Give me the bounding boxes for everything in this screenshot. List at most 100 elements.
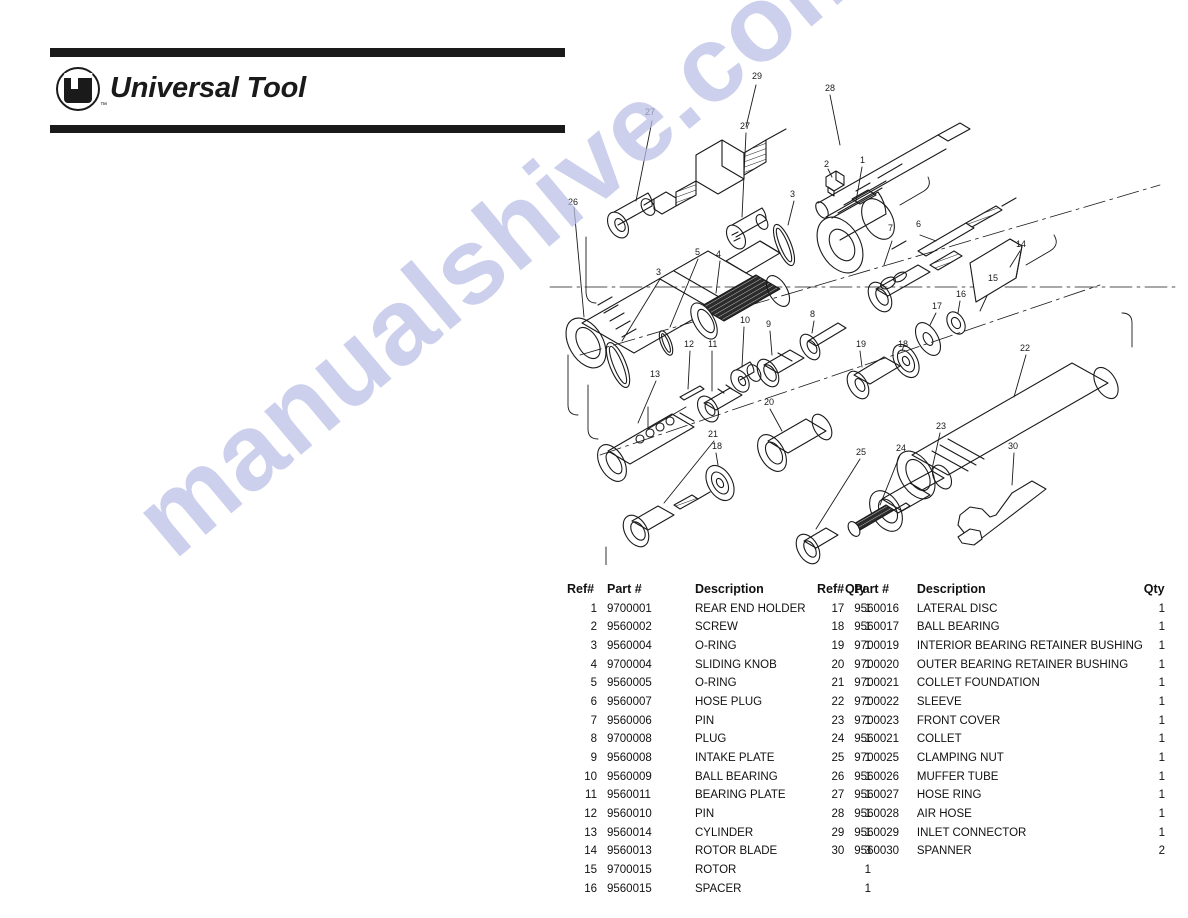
cell-qty: 1 xyxy=(1158,639,1165,652)
callout-22: 22 xyxy=(1020,343,1030,353)
cell-part: 9560009 xyxy=(607,770,652,783)
callout-26: 26 xyxy=(568,197,578,207)
cell-part: 9560016 xyxy=(854,602,900,615)
cell-part: 9560006 xyxy=(607,714,652,727)
cell-part: 9560007 xyxy=(607,695,652,708)
cell-part: 9560004 xyxy=(607,639,652,652)
table-row: 23 9700023 FRONT COVER 1 xyxy=(815,714,1165,735)
cell-ref: 1 xyxy=(590,602,597,615)
cell-qty: 1 xyxy=(1158,770,1165,783)
callout-5: 5 xyxy=(695,247,700,257)
cell-part: 9700021 xyxy=(854,677,900,690)
callout-17: 17 xyxy=(932,301,942,311)
cell-desc: OUTER BEARING RETAINER BUSHING xyxy=(916,658,1129,671)
table-row: 17 9560016 LATERAL DISC 1 xyxy=(815,602,1165,623)
cell-desc: SPACER xyxy=(695,882,742,895)
cell-ref: 21 xyxy=(831,677,845,690)
cell-part: 9700019 xyxy=(854,639,900,652)
part-15-rotor xyxy=(867,250,963,313)
table-row: 29 9560029 INLET CONNECTOR 1 xyxy=(815,826,1165,847)
part-13-cylinder xyxy=(597,412,695,482)
cell-ref: 23 xyxy=(831,714,845,727)
cell-part: 9560015 xyxy=(607,882,652,895)
cell-ref: 9 xyxy=(590,752,597,764)
cell-part: 9700001 xyxy=(607,602,652,615)
cell-qty: 1 xyxy=(1158,733,1165,746)
brand-header: ™ Universal Tool xyxy=(50,48,565,134)
cell-ref: 2 xyxy=(590,621,597,634)
cell-desc: INTERIOR BEARING RETAINER BUSHING xyxy=(916,639,1143,652)
cell-desc: AIR HOSE xyxy=(916,808,972,821)
cell-qty: 1 xyxy=(1158,789,1165,802)
cell-ref: 20 xyxy=(831,658,845,671)
cell-ref: 19 xyxy=(831,639,845,652)
table-row: 30 9560030 SPANNER 2 xyxy=(815,846,1165,865)
cell-ref: 17 xyxy=(831,602,845,615)
part-23-front-cover xyxy=(869,464,953,532)
callout-8: 8 xyxy=(810,309,815,319)
diagram-svg: 29 27 28 27 26 2 1 3 4 5 3 7 6 14 15 16 … xyxy=(549,71,1179,565)
cell-desc: HOSE RING xyxy=(916,789,982,802)
part-27-hose-ring-left xyxy=(606,192,656,239)
header-ref: Ref# xyxy=(817,582,845,596)
part-10-ball-bearing xyxy=(730,361,762,393)
cell-part: 9560026 xyxy=(854,770,900,783)
header-desc: Description xyxy=(916,582,986,596)
cell-ref: 24 xyxy=(831,733,845,746)
part-29-inlet-connector xyxy=(643,128,787,215)
header-ref: Ref# xyxy=(567,582,595,596)
callout-7: 7 xyxy=(888,223,893,233)
cell-ref: 4 xyxy=(590,658,597,671)
cell-qty: 1 xyxy=(864,864,871,877)
part-18-ball-bearing-lower xyxy=(705,464,735,502)
cell-desc: INLET CONNECTOR xyxy=(916,826,1027,839)
cell-ref: 14 xyxy=(584,845,597,858)
callout-3a: 3 xyxy=(790,189,795,199)
cell-qty: 1 xyxy=(1158,602,1165,615)
cell-desc: SLEEVE xyxy=(916,695,962,708)
table-header-row: Ref# Part # Description Qty xyxy=(815,583,1165,604)
cell-ref: 26 xyxy=(831,770,845,783)
callout-2: 2 xyxy=(824,159,829,169)
cell-qty: 2 xyxy=(1158,845,1165,858)
table-row: 16 9560015 SPACER 1 xyxy=(565,882,871,903)
cell-ref: 13 xyxy=(584,826,597,839)
part-22-sleeve xyxy=(896,362,1119,500)
table-row: 22 9700022 SLEEVE 1 xyxy=(815,695,1165,716)
callout-11: 11 xyxy=(708,339,717,349)
cell-desc: CLAMPING NUT xyxy=(916,752,1004,764)
callout-15: 15 xyxy=(988,273,998,283)
cell-qty: 1 xyxy=(1158,714,1165,727)
table-row: 27 9560027 HOSE RING 1 xyxy=(815,790,1165,809)
cell-part: 9560011 xyxy=(607,789,651,802)
callout-25: 25 xyxy=(856,447,866,457)
logo-monogram-cut xyxy=(71,74,78,89)
callout-24: 24 xyxy=(896,443,906,453)
cell-qty: 1 xyxy=(1158,752,1165,764)
cell-part: 9700020 xyxy=(854,658,900,671)
callout-29: 29 xyxy=(752,71,762,81)
universal-tool-circle-logo-icon xyxy=(56,67,100,111)
cell-part: 9700015 xyxy=(607,864,652,877)
parts-table-right: Ref# Part # Description Qty 17 9560016 LAT… xyxy=(815,583,1165,865)
cell-ref: 28 xyxy=(831,808,845,821)
cell-part: 9560005 xyxy=(607,677,652,690)
header-qty: Qty xyxy=(1143,582,1165,596)
cell-part: 9700023 xyxy=(854,714,900,727)
cell-qty: 1 xyxy=(864,882,871,895)
part-5-o-ring xyxy=(658,330,674,356)
table-row: 18 9560017 BALL BEARING 1 xyxy=(815,622,1165,641)
cell-ref: 3 xyxy=(590,639,597,652)
callout-9: 9 xyxy=(766,319,771,329)
logo-monogram-bar xyxy=(63,73,93,78)
cell-ref: 18 xyxy=(831,621,845,634)
cell-ref: 29 xyxy=(831,826,845,839)
header-rule-top xyxy=(50,48,565,57)
header-rule-bottom xyxy=(50,125,565,133)
callout-10: 10 xyxy=(740,315,750,325)
table-row: 28 9560028 AIR HOSE 1 xyxy=(815,808,1165,828)
cell-desc: FRONT COVER xyxy=(916,714,1001,727)
cell-desc: ROTOR xyxy=(695,864,737,877)
part-16-spacer xyxy=(946,311,966,335)
cell-part: 9560028 xyxy=(854,808,900,821)
